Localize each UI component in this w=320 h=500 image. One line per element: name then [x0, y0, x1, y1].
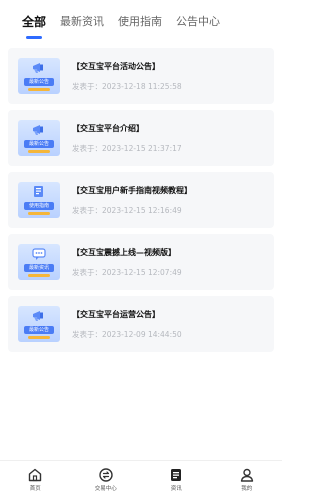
article-thumbnail: 最新资讯	[18, 244, 60, 280]
article-card[interactable]: 最新公告 【交互宝平台活动公告】 发表于：2023-12-18 11:25:58	[8, 48, 274, 104]
article-date: 发表于：2023-12-09 14:44:50	[72, 329, 182, 339]
article-thumbnail: 最新公告	[18, 306, 60, 342]
home-icon	[29, 468, 42, 482]
megaphone-icon	[33, 63, 43, 73]
tab-announcements[interactable]: 公告中心	[176, 14, 220, 30]
nav-label: 交易中心	[94, 486, 117, 492]
nav-item-profile[interactable]: 我的	[212, 461, 283, 500]
thumbnail-bar	[28, 88, 50, 91]
article-card[interactable]: 最新公告 【交互宝平台运营公告】 发表于：2023-12-09 14:44:50	[8, 296, 274, 352]
user-icon	[240, 468, 253, 482]
megaphone-icon	[33, 311, 43, 321]
article-title: 【交互宝平台运营公告】	[72, 309, 160, 319]
article-title: 【交互宝平台活动公告】	[72, 61, 160, 71]
news-icon	[171, 469, 182, 481]
tab-latest-news[interactable]: 最新资讯	[60, 14, 104, 30]
article-date: 发表于：2023-12-15 21:37:17	[72, 143, 182, 153]
article-title: 【交互宝平台介绍】	[72, 123, 144, 133]
tab-user-guide[interactable]: 使用指南	[118, 14, 162, 30]
thumbnail-bar	[28, 336, 50, 339]
article-list: 最新公告 【交互宝平台活动公告】 发表于：2023-12-18 11:25:58…	[8, 48, 274, 352]
book-icon	[34, 186, 43, 197]
nav-label: 我的	[241, 486, 253, 492]
thumbnail-bar	[28, 274, 50, 277]
article-thumbnail: 使用指南	[18, 182, 60, 218]
thumbnail-label: 使用指南	[24, 202, 54, 210]
article-date: 发表于：2023-12-15 12:07:49	[72, 267, 182, 277]
thumbnail-label: 最新公告	[24, 78, 54, 86]
nav-label: 资讯	[170, 486, 182, 492]
thumbnail-bar	[28, 150, 50, 153]
article-thumbnail: 最新公告	[18, 58, 60, 94]
tab-all[interactable]: 全部	[22, 14, 46, 30]
exchange-icon	[99, 468, 113, 482]
thumbnail-label: 最新公告	[24, 326, 54, 334]
article-thumbnail: 最新公告	[18, 120, 60, 156]
nav-label: 首页	[29, 486, 41, 492]
article-card[interactable]: 最新公告 【交互宝平台介绍】 发表于：2023-12-15 21:37:17	[8, 110, 274, 166]
nav-item-news[interactable]: 资讯	[141, 461, 212, 500]
chat-bubble-icon	[32, 248, 46, 260]
category-tabs: 全部 最新资讯 使用指南 公告中心	[0, 14, 282, 44]
thumbnail-bar	[28, 212, 50, 215]
nav-item-trading-center[interactable]: 交易中心	[71, 461, 142, 500]
bottom-nav: 首页 交易中心 资讯 我的	[0, 460, 282, 500]
article-date: 发表于：2023-12-15 12:16:49	[72, 205, 182, 215]
thumbnail-label: 最新资讯	[24, 264, 54, 272]
article-date: 发表于：2023-12-18 11:25:58	[72, 81, 182, 91]
article-card[interactable]: 使用指南 【交互宝用户新手指南视频教程】 发表于：2023-12-15 12:1…	[8, 172, 274, 228]
megaphone-icon	[33, 125, 43, 135]
article-title: 【交互宝用户新手指南视频教程】	[72, 185, 192, 195]
thumbnail-label: 最新公告	[24, 140, 54, 148]
article-title: 【交互宝震撼上线—视频版】	[72, 247, 176, 257]
nav-item-home[interactable]: 首页	[0, 461, 71, 500]
article-card[interactable]: 最新资讯 【交互宝震撼上线—视频版】 发表于：2023-12-15 12:07:…	[8, 234, 274, 290]
